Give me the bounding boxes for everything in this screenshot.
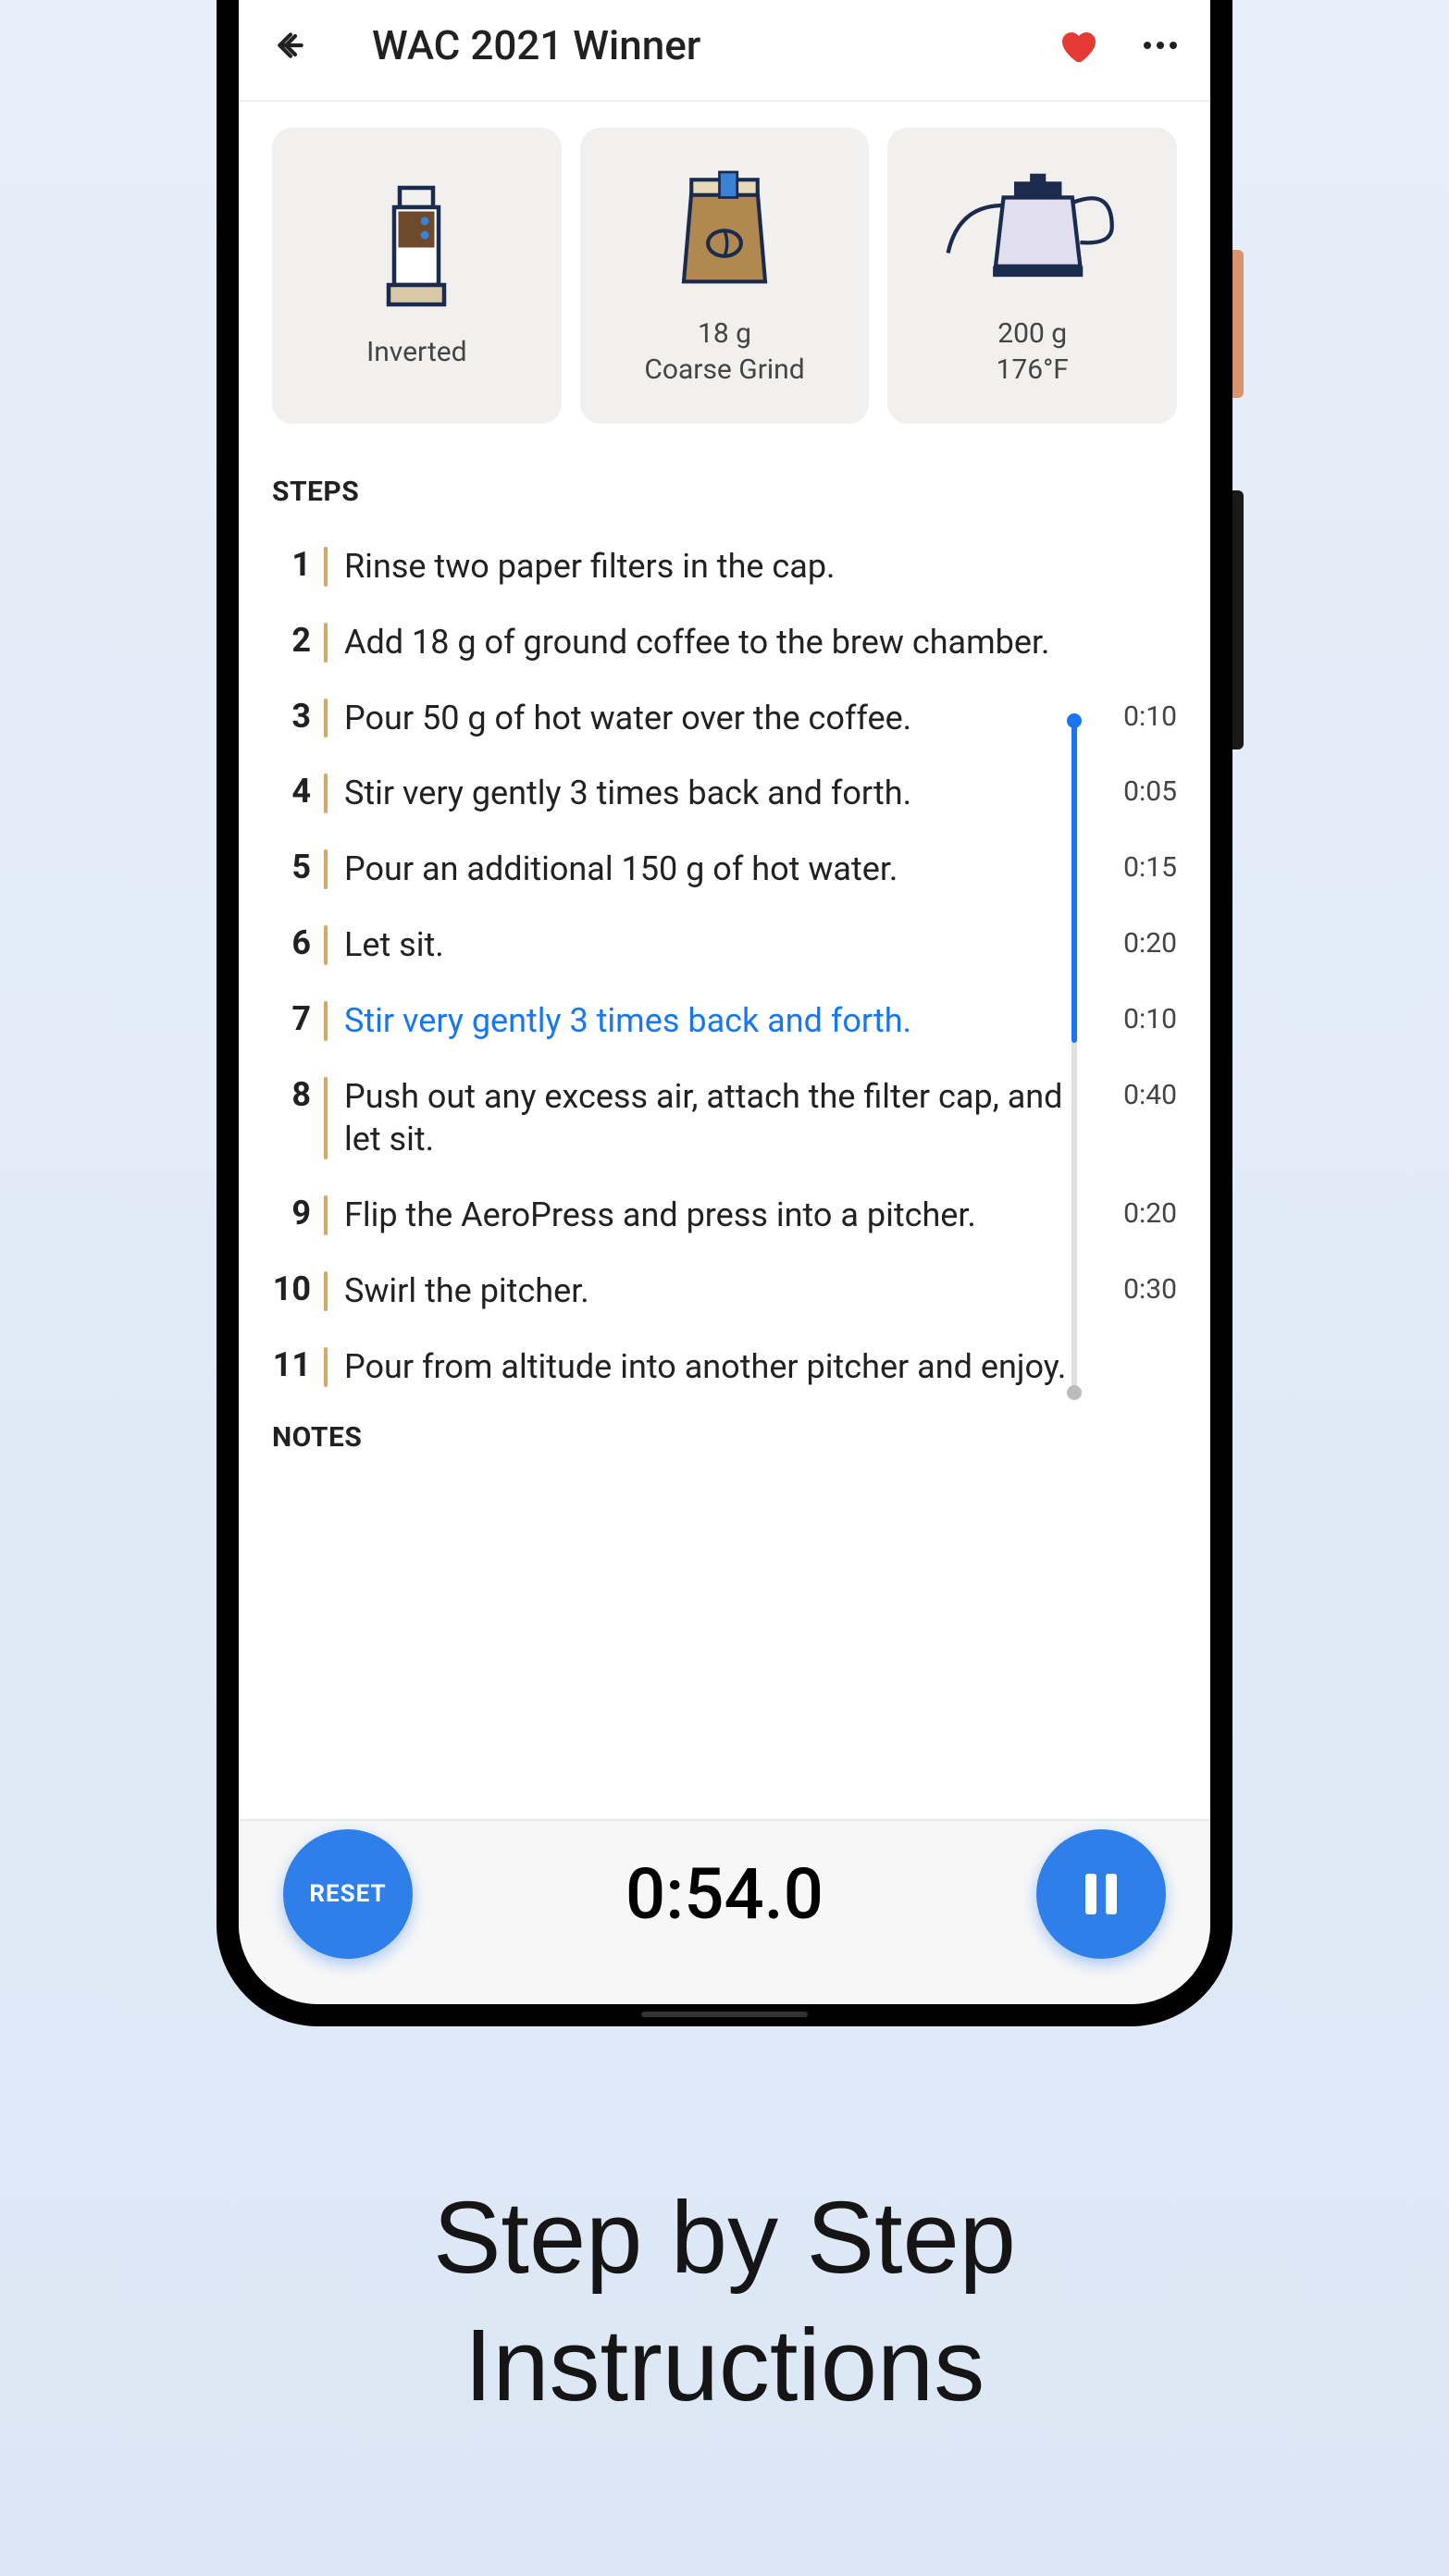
step-text: Flip the AeroPress and press into a pitc…	[344, 1194, 1177, 1237]
step-divider	[324, 1271, 328, 1311]
step-text: Pour from altitude into another pitcher …	[344, 1345, 1177, 1389]
step-number: 7	[272, 999, 311, 1038]
content-area: Inverted 18 gCoarse Grind 200 g176°F	[239, 102, 1210, 1819]
step-number: 11	[272, 1345, 311, 1384]
step-divider	[324, 925, 328, 965]
notes-header: NOTES	[272, 1421, 1177, 1454]
step-divider	[324, 1001, 328, 1041]
power-button	[1232, 250, 1244, 398]
step-row[interactable]: 3 Pour 50 g of hot water over the coffee.…	[272, 697, 1177, 740]
step-row[interactable]: 10 Swirl the pitcher.0:30	[272, 1269, 1177, 1313]
steps-header: STEPS	[272, 476, 1177, 508]
heart-icon[interactable]	[1055, 23, 1099, 68]
step-time: 0:20	[1123, 1197, 1177, 1230]
pause-icon	[1085, 1874, 1117, 1914]
screen: WAC 2021 Winner Inverted 18 gCoarse Gr	[239, 0, 1210, 2004]
volume-button	[1232, 490, 1244, 749]
param-cards: Inverted 18 gCoarse Grind 200 g176°F	[272, 128, 1177, 424]
param-label-method: Inverted	[366, 334, 467, 370]
step-text: Pour an additional 150 g of hot water.	[344, 848, 1177, 891]
step-divider	[324, 699, 328, 738]
reset-label: RESET	[309, 1880, 386, 1908]
step-time: 0:15	[1123, 851, 1177, 884]
step-number: 10	[272, 1269, 311, 1308]
step-row[interactable]: 8 Push out any excess air, attach the fil…	[272, 1075, 1177, 1162]
step-number: 9	[272, 1194, 311, 1232]
step-row[interactable]: 7 Stir very gently 3 times back and forth…	[272, 999, 1177, 1043]
pause-button[interactable]	[1036, 1829, 1166, 1959]
param-card-method[interactable]: Inverted	[272, 128, 562, 424]
step-time: 0:30	[1123, 1273, 1177, 1306]
step-text: Stir very gently 3 times back and forth.	[344, 999, 1177, 1043]
step-divider	[324, 547, 328, 587]
step-number: 6	[272, 923, 311, 962]
step-number: 8	[272, 1075, 311, 1114]
step-row[interactable]: 2 Add 18 g of ground coffee to the brew c…	[272, 621, 1177, 664]
param-label-coffee: 18 gCoarse Grind	[644, 316, 804, 388]
step-text: Let sit.	[344, 923, 1177, 967]
step-number: 2	[272, 621, 311, 660]
step-divider	[324, 1077, 328, 1160]
step-row[interactable]: 1 Rinse two paper filters in the cap.	[272, 545, 1177, 588]
step-text: Swirl the pitcher.	[344, 1269, 1177, 1313]
app-bar: WAC 2021 Winner	[239, 0, 1210, 102]
step-row[interactable]: 6 Let sit.0:20	[272, 923, 1177, 967]
step-divider	[324, 1195, 328, 1235]
step-divider	[324, 623, 328, 663]
timer-bar: RESET 0:54.0	[239, 1819, 1210, 2004]
step-text: Stir very gently 3 times back and forth.	[344, 772, 1177, 815]
step-text: Add 18 g of ground coffee to the brew ch…	[344, 621, 1177, 664]
step-time: 0:40	[1123, 1079, 1177, 1111]
step-divider	[324, 1347, 328, 1387]
promo-text: Step by StepInstructions	[0, 2174, 1449, 2429]
step-number: 4	[272, 772, 311, 811]
step-time: 0:05	[1123, 775, 1177, 808]
page-title: WAC 2021 Winner	[372, 21, 1055, 69]
step-text: Rinse two paper filters in the cap.	[344, 545, 1177, 588]
step-divider	[324, 774, 328, 813]
step-row[interactable]: 9 Flip the AeroPress and press into a pit…	[272, 1194, 1177, 1237]
param-card-coffee[interactable]: 18 gCoarse Grind	[580, 128, 870, 424]
kettle-icon	[940, 164, 1125, 303]
step-number: 3	[272, 697, 311, 736]
step-number: 5	[272, 848, 311, 886]
back-icon[interactable]	[272, 27, 309, 64]
aeropress-icon	[375, 182, 458, 321]
param-card-water[interactable]: 200 g176°F	[887, 128, 1177, 424]
more-icon[interactable]	[1144, 42, 1177, 49]
step-time: 0:20	[1123, 927, 1177, 960]
timer-display: 0:54.0	[625, 1852, 824, 1936]
param-label-water: 200 g176°F	[996, 316, 1068, 388]
step-text: Push out any excess air, attach the filt…	[344, 1075, 1177, 1162]
step-row[interactable]: 4 Stir very gently 3 times back and forth…	[272, 772, 1177, 815]
step-time: 0:10	[1123, 700, 1177, 733]
steps-list: 1 Rinse two paper filters in the cap. 2 Add…	[272, 545, 1177, 1389]
reset-button[interactable]: RESET	[283, 1829, 413, 1959]
coffee-bag-icon	[674, 164, 775, 303]
step-number: 1	[272, 545, 311, 584]
step-row[interactable]: 5 Pour an additional 150 g of hot water.0…	[272, 848, 1177, 891]
phone-frame: WAC 2021 Winner Inverted 18 gCoarse Gr	[217, 0, 1232, 2026]
step-row[interactable]: 11 Pour from altitude into another pitche…	[272, 1345, 1177, 1389]
step-time: 0:10	[1123, 1003, 1177, 1035]
step-text: Pour 50 g of hot water over the coffee.	[344, 697, 1177, 740]
step-divider	[324, 849, 328, 889]
